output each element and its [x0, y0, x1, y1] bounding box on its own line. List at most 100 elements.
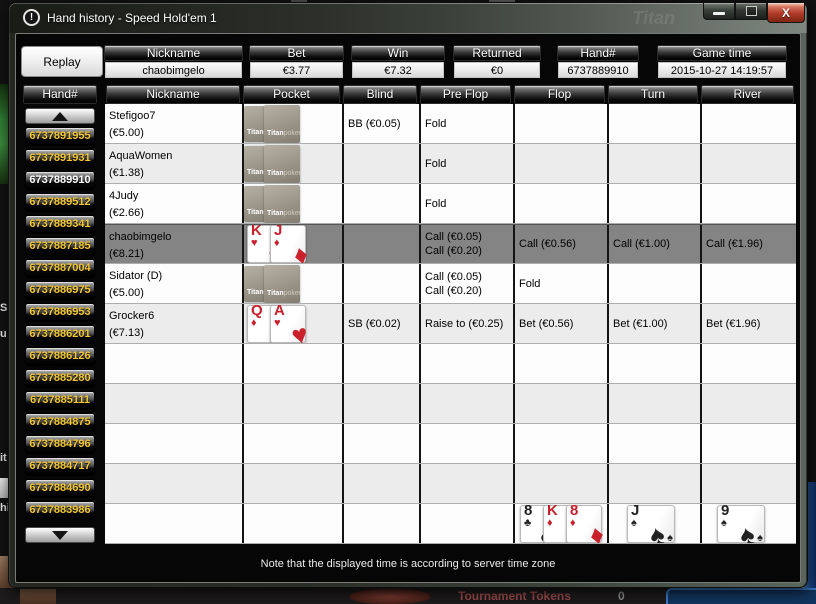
pocket-cell — [242, 384, 342, 423]
hand-number-button[interactable]: 6737885280 — [25, 369, 95, 388]
flop-cell: Call (€0.56) — [513, 225, 607, 263]
background-blue-window-edge — [666, 588, 816, 604]
card-rank: K — [547, 504, 558, 519]
background-text-fragment: it — [0, 452, 7, 464]
hand-number-button[interactable]: 6737886975 — [25, 281, 95, 300]
summary-label-win: Win — [351, 45, 445, 61]
blind-cell — [342, 225, 419, 263]
pocket-card-backs: TitanpokerTitanpoker — [244, 144, 342, 183]
hand-number-button[interactable]: 6737885111 — [25, 391, 95, 410]
card-back: Titanpoker — [264, 144, 300, 183]
river-cell — [700, 144, 796, 183]
hand-number-button[interactable]: 6737887185 — [25, 237, 95, 256]
arrow-down-icon — [52, 530, 68, 540]
summary-value-game-time: 2015-10-27 14:19:57 — [658, 62, 786, 78]
blind-cell — [342, 384, 419, 423]
river-cell — [700, 344, 796, 383]
pocket-cell: K♥♥J♦♦ — [242, 225, 342, 263]
card-suit-corner: ♠ — [757, 531, 763, 543]
pocket-cell: TitanpokerTitanpoker — [242, 104, 342, 143]
player-row: 4Judy (€2.66) TitanpokerTitanpoker Fold — [105, 184, 796, 224]
hand-number-button[interactable]: 6737886953 — [25, 303, 95, 322]
summary-value-win: €7.32 — [352, 62, 444, 78]
nickname-cell — [105, 424, 242, 463]
hand-number-button[interactable]: 6737887004 — [25, 259, 95, 278]
scroll-down-button[interactable] — [25, 527, 95, 543]
hand-number-button[interactable]: 6737884796 — [25, 435, 95, 454]
blind-cell — [342, 144, 419, 183]
background-image-fragment — [20, 589, 56, 604]
card-rank: 8 — [524, 504, 533, 519]
summary-value-nickname: chaobimgelo — [105, 62, 242, 78]
card-rank: Q — [251, 304, 263, 319]
hand-number-button[interactable]: 6737891955 — [25, 127, 95, 146]
scroll-up-button[interactable] — [25, 108, 95, 124]
column-header-pre-flop: Pre Flop — [420, 85, 511, 104]
action-text: Call (€1.96) — [706, 238, 763, 250]
player-nickname: AquaWomen — [109, 150, 173, 162]
arrow-up-icon — [52, 111, 68, 121]
summary-label-game-time: Game time — [657, 45, 787, 61]
card-suit-big: ♥ — [288, 318, 312, 343]
hand-number-button[interactable]: 6737886201 — [25, 325, 95, 344]
hand-number-button[interactable]: 6737884717 — [25, 457, 95, 476]
empty-row — [105, 344, 796, 384]
hand-number-button[interactable]: 6737889910 — [25, 171, 95, 190]
card-9-spade: 9 ♠ ♠ ♠ — [717, 504, 765, 543]
summary-bar: Replay Nickname chaobimgelo Bet €3.77 Win €7.… — [21, 45, 799, 79]
turn-cell — [607, 384, 700, 423]
flop-cell — [513, 464, 607, 503]
pocket-cards: Q♦♦A♥♥ — [244, 304, 342, 343]
turn-cell — [607, 264, 700, 303]
summary-label-nickname: Nickname — [104, 45, 243, 61]
action-text: Fold — [519, 277, 541, 290]
river-cell — [700, 384, 796, 423]
action-text: Call (€0.56) — [519, 238, 576, 250]
maximize-button[interactable] — [735, 3, 767, 20]
nickname-cell — [105, 384, 242, 423]
card-A-heart: A ♥ ♥ — [270, 304, 311, 343]
turn-cell — [607, 144, 700, 183]
card-back: Titanpoker — [264, 184, 300, 223]
turn-cell: J ♠ ♠ ♠ — [607, 504, 700, 543]
player-nickname: chaobimgelo — [109, 231, 172, 243]
turn-cell: Bet (€1.00) — [607, 304, 700, 343]
card-8-diamond: 8 ♦ ♦ — [566, 504, 607, 543]
action-text: Fold — [425, 197, 447, 210]
action-text: SB (€0.02) — [348, 317, 401, 330]
hand-number-button[interactable]: 6737884690 — [25, 479, 95, 498]
preflop-cell — [419, 424, 513, 463]
river-cell — [700, 184, 796, 223]
nickname-cell: 4Judy (€2.66) — [105, 184, 242, 223]
hand-number-button[interactable]: 6737889341 — [25, 215, 95, 234]
hand-number-button[interactable]: 6737889512 — [25, 193, 95, 212]
hand-number-button[interactable]: 6737884875 — [25, 413, 95, 432]
titlebar[interactable]: ! Hand history - Speed Hold'em 1 Titan X — [9, 3, 807, 33]
pocket-cell: TitanpokerTitanpoker — [242, 184, 342, 223]
card-suit-big: ♦ — [290, 238, 312, 263]
card-suit-small: ♦ — [570, 516, 576, 529]
preflop-cell: Raise to (€0.25) — [419, 304, 513, 343]
turn-cell — [607, 184, 700, 223]
card-suit-small: ♦ — [274, 237, 280, 249]
hand-number-button[interactable]: 6737891931 — [25, 149, 95, 168]
turn-cell — [607, 344, 700, 383]
window-content: Replay Nickname chaobimgelo Bet €3.77 Win €7.… — [15, 33, 801, 583]
preflop-cell — [419, 384, 513, 423]
hand-number-button[interactable]: 6737886126 — [25, 347, 95, 366]
minimize-button[interactable] — [703, 3, 735, 20]
preflop-cell — [419, 504, 513, 543]
card-J-diamond: J ♦ ♦ — [270, 225, 311, 263]
card-suit-corner: ♠ — [667, 531, 673, 543]
flop-cell — [513, 384, 607, 423]
river-cell: Bet (€1.96) — [700, 304, 796, 343]
column-header-river: River — [701, 85, 794, 104]
close-button[interactable]: X — [767, 3, 805, 23]
hand-number-button[interactable]: 6737883986 — [25, 501, 95, 520]
flop-cell — [513, 184, 607, 223]
replay-button[interactable]: Replay — [21, 46, 103, 77]
titan-watermark: Titan — [632, 8, 675, 28]
tournament-tokens-label: Tournament Tokens — [458, 589, 571, 603]
preflop-cell: Fold — [419, 104, 513, 143]
flop-cell: Fold — [513, 264, 607, 303]
